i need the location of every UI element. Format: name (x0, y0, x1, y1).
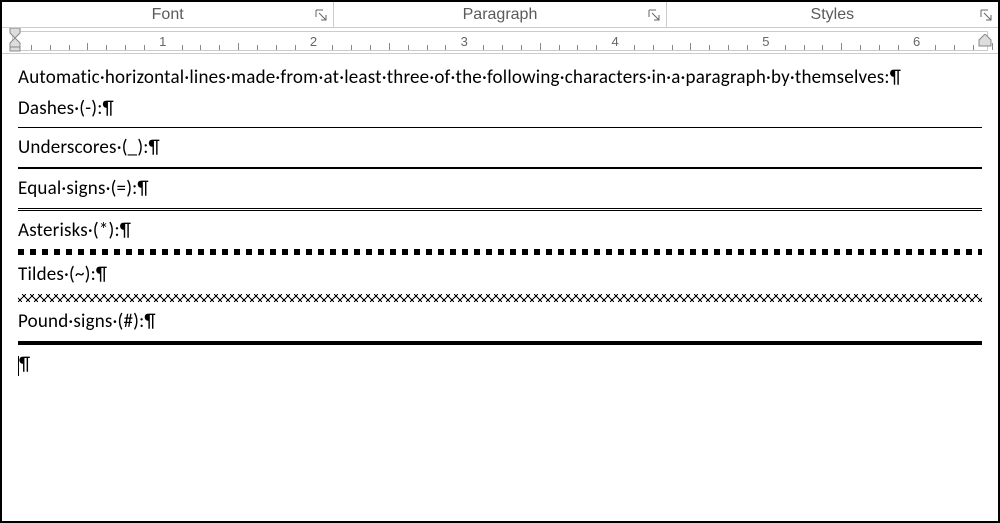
ribbon-group-paragraph: Paragraph (334, 2, 666, 27)
horizontal-line (18, 167, 982, 169)
ruler-tick (408, 45, 409, 50)
ruler-tick (841, 43, 842, 50)
paragraph-text: Asterisks·(*):¶ (18, 219, 131, 242)
ruler-tick (144, 45, 145, 50)
ruler-tick (31, 45, 32, 50)
ribbon-group-label: Styles (811, 6, 855, 24)
ruler-tick (521, 45, 522, 50)
paragraph-line-label: Pound·signs·(#):¶ (18, 310, 982, 335)
ruler-tick (804, 45, 805, 50)
ribbon-group-row: Font Paragraph Styles (2, 2, 998, 28)
ruler-tick (106, 45, 107, 50)
ruler-tick (935, 45, 936, 50)
ribbon-group-font: Font (2, 2, 334, 27)
horizontal-line-pound (18, 341, 982, 345)
ruler-number: 5 (762, 34, 769, 49)
horizontal-line-dash (18, 127, 982, 128)
ruler-ticks: 1 2 3 4 5 6 (12, 32, 988, 50)
ruler-tick (559, 45, 560, 50)
right-indent-marker-icon[interactable] (978, 34, 992, 53)
ruler-tick (50, 45, 51, 50)
ruler-tick (785, 45, 786, 50)
paragraph-line-label: Underscores·(_):¶ (18, 136, 982, 161)
ruler-tick (747, 45, 748, 50)
ruler-tick (427, 45, 428, 50)
document-body[interactable]: Automatic·horizontal·lines·made·from·at·… (2, 54, 998, 378)
ruler-tick (238, 43, 239, 50)
ruler-tick (822, 45, 823, 50)
horizontal-line (18, 208, 982, 211)
pilcrow: ¶ (19, 353, 30, 376)
paragraph-text: Underscores·(_):¶ (18, 136, 160, 159)
horizontal-line-asterisk (18, 249, 982, 255)
paragraph-text: Equal·signs·(=):¶ (18, 177, 149, 200)
horizontal-ruler[interactable]: 1 2 3 4 5 6 (2, 28, 998, 54)
paragraph-empty: ¶ (18, 353, 982, 378)
ruler-tick (257, 45, 258, 50)
ruler-tick (370, 45, 371, 50)
horizontal-line-equal (18, 208, 982, 211)
ruler-tick (690, 43, 691, 50)
paragraph-text: Pound·signs·(#):¶ (18, 310, 156, 333)
dialog-launcher-icon[interactable] (980, 8, 992, 26)
ruler-tick (653, 45, 654, 50)
paragraph-line-label: Asterisks·(*):¶ (18, 219, 982, 244)
paragraph-intro: Automatic·horizontal·lines·made·from·at·… (18, 66, 982, 91)
left-indent-marker-icon[interactable] (8, 28, 22, 52)
ruler-tick (709, 45, 710, 50)
ruler-tick (389, 43, 390, 50)
ruler-tick (200, 45, 201, 50)
ruler-tick (276, 45, 277, 50)
horizontal-line-tilde (18, 294, 982, 302)
paragraph-text: Automatic·horizontal·lines·made·from·at·… (18, 66, 901, 89)
paragraph-text: Dashes·(-):¶ (18, 97, 114, 120)
ruler-number: 2 (310, 34, 317, 49)
ruler-tick (898, 45, 899, 50)
ruler-tick (502, 45, 503, 50)
ruler-tick (87, 43, 88, 50)
dialog-launcher-icon[interactable] (648, 8, 660, 26)
ruler-tick (445, 45, 446, 50)
paragraph-line-label: Equal·signs·(=):¶ (18, 177, 982, 202)
horizontal-line (18, 294, 982, 302)
ruler-tick (879, 45, 880, 50)
ruler-tick (125, 45, 126, 50)
ruler-number: 4 (611, 34, 618, 49)
ruler-tick (69, 45, 70, 50)
ruler-tick (992, 43, 993, 50)
ruler-tick (332, 45, 333, 50)
horizontal-line (18, 249, 982, 255)
ruler-tick (596, 45, 597, 50)
paragraph-line-label: Tildes·(~):¶ (18, 263, 982, 288)
ruler-tick (182, 45, 183, 50)
horizontal-line-underscore (18, 167, 982, 169)
ribbon-group-label: Font (152, 6, 184, 24)
horizontal-line (18, 127, 982, 128)
ruler-tick (351, 45, 352, 50)
ruler-tick (860, 45, 861, 50)
ruler-tick (483, 45, 484, 50)
ribbon-group-label: Paragraph (463, 6, 538, 24)
ruler-tick (672, 45, 673, 50)
paragraph-line-label: Dashes·(-):¶ (18, 97, 982, 122)
ruler-tick (219, 45, 220, 50)
ruler-tick (728, 45, 729, 50)
ruler-tick (577, 45, 578, 50)
dialog-launcher-icon[interactable] (315, 8, 327, 26)
ruler-tick (954, 45, 955, 50)
ruler-tick (973, 45, 974, 50)
ruler-number: 3 (461, 34, 468, 49)
ruler-tick (540, 43, 541, 50)
ruler-number: 1 (159, 34, 166, 49)
ruler-number: 6 (913, 34, 920, 49)
horizontal-line (18, 341, 982, 345)
ruler-tick (634, 45, 635, 50)
paragraph-text: Tildes·(~):¶ (18, 263, 107, 286)
ruler-tick (295, 45, 296, 50)
ribbon-group-styles: Styles (667, 2, 998, 27)
